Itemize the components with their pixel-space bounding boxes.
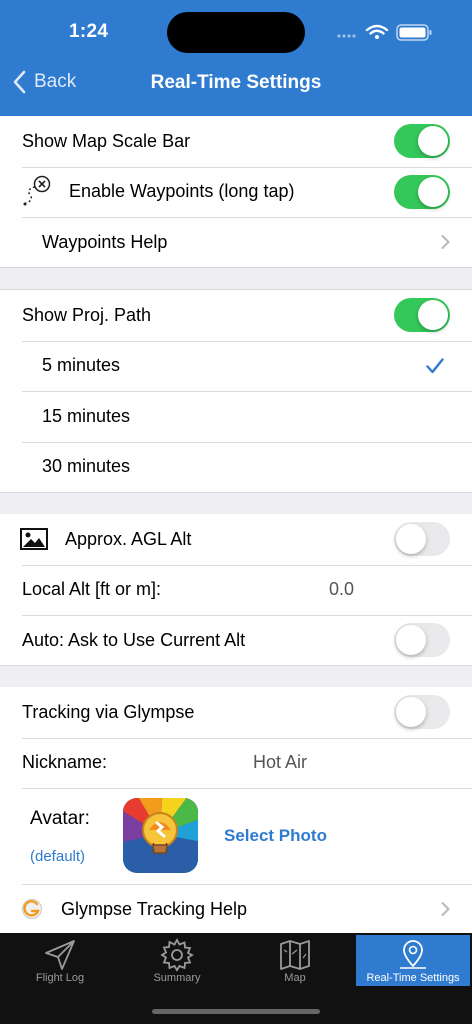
show-path-label: Show Proj. Path [22, 304, 152, 325]
map-settings-group: Show Map Scale Bar Enable Waypoints (lon… [0, 116, 472, 268]
header: 1:24 Back Real-Time Settings [0, 0, 472, 118]
page-title: Real-Time Settings [150, 72, 322, 93]
tab-summary[interactable]: Summary [120, 935, 234, 986]
path-option-label: 5 minutes [42, 355, 121, 376]
tab-label: Map [284, 972, 306, 984]
status-icons [337, 24, 432, 41]
section-divider [0, 267, 472, 290]
tab-flight-log[interactable]: Flight Log [3, 935, 117, 986]
dynamic-island [167, 12, 305, 53]
hot-air-balloon-avatar[interactable] [123, 798, 198, 873]
show-path-toggle[interactable] [394, 298, 450, 333]
agl-toggle[interactable] [394, 522, 450, 557]
tab-label: Flight Log [35, 972, 85, 984]
cellular-icon [337, 34, 356, 38]
projected-path-group: Show Proj. Path 5 minutes 15 minutes 30 … [0, 290, 472, 492]
local-alt-label: Local Alt [ft or m]: [22, 579, 162, 600]
treasure-map-icon [23, 175, 51, 206]
avatar-default-label: (default) [30, 848, 86, 865]
section-divider [0, 665, 472, 688]
tracking-label: Tracking via Glympse [22, 701, 195, 722]
checkmark-icon [426, 358, 444, 373]
agl-row: Approx. AGL Alt [0, 514, 472, 565]
tab-map[interactable]: Map [238, 935, 352, 986]
chevron-right-icon [441, 235, 450, 250]
altitude-group: Approx. AGL Alt Local Alt [ft or m]: 0.0… [0, 514, 472, 666]
path-option-label: 30 minutes [42, 456, 131, 477]
image-icon [20, 528, 48, 551]
waypoints-row: Enable Waypoints (long tap) [0, 166, 472, 218]
auto-alt-toggle[interactable] [394, 623, 450, 658]
avatar-row: Avatar: (default) Select Photo [0, 788, 472, 884]
path-option-30-min[interactable]: 30 minutes [0, 441, 472, 493]
scale-bar-label: Show Map Scale Bar [22, 130, 191, 151]
chevron-right-icon [441, 902, 450, 917]
nickname-row: Nickname: Hot Air [0, 737, 472, 789]
agl-label: Approx. AGL Alt [65, 528, 192, 549]
section-divider [0, 492, 472, 515]
nickname-label: Nickname: [22, 752, 108, 773]
waypoints-help-row[interactable]: Waypoints Help [0, 217, 472, 268]
local-alt-row: Local Alt [ft or m]: 0.0 [0, 564, 472, 616]
tab-label: Real-Time Settings [366, 972, 460, 984]
waypoints-label: Enable Waypoints (long tap) [69, 181, 295, 202]
scale-bar-toggle[interactable] [394, 124, 450, 159]
show-path-row: Show Proj. Path [0, 290, 472, 341]
auto-alt-row: Auto: Ask to Use Current Alt [0, 615, 472, 666]
glympse-help-label: Glympse Tracking Help [61, 898, 248, 919]
path-option-label: 15 minutes [42, 405, 131, 426]
scale-bar-row: Show Map Scale Bar [0, 116, 472, 167]
local-alt-input[interactable]: 0.0 [329, 579, 354, 600]
tab-label: Summary [153, 972, 201, 984]
tab-real-time-settings[interactable]: Real-Time Settings [356, 935, 470, 986]
map-icon [280, 940, 310, 970]
glympse-group: Tracking via Glympse Nickname: Hot Air A… [0, 687, 472, 933]
gear-icon [160, 938, 194, 972]
auto-alt-label: Auto: Ask to Use Current Alt [22, 629, 246, 650]
home-indicator [152, 1009, 320, 1014]
avatar-label: Avatar: [30, 808, 90, 829]
waypoints-toggle[interactable] [394, 174, 450, 209]
tracking-toggle[interactable] [394, 695, 450, 730]
path-option-15-min[interactable]: 15 minutes [0, 391, 472, 442]
nickname-input[interactable]: Hot Air [253, 752, 307, 773]
location-pin-icon [400, 940, 426, 969]
wifi-icon [365, 24, 389, 35]
tracking-row: Tracking via Glympse [0, 687, 472, 738]
glympse-help-row[interactable]: Glympse Tracking Help [0, 884, 472, 935]
path-option-5-min[interactable]: 5 minutes [0, 340, 472, 392]
glympse-logo-icon [22, 899, 42, 920]
status-time: 1:24 [69, 21, 109, 42]
battery-icon [396, 24, 432, 41]
paper-plane-icon [45, 940, 75, 970]
waypoints-help-label: Waypoints Help [42, 231, 168, 252]
select-photo-button[interactable]: Select Photo [224, 826, 327, 846]
